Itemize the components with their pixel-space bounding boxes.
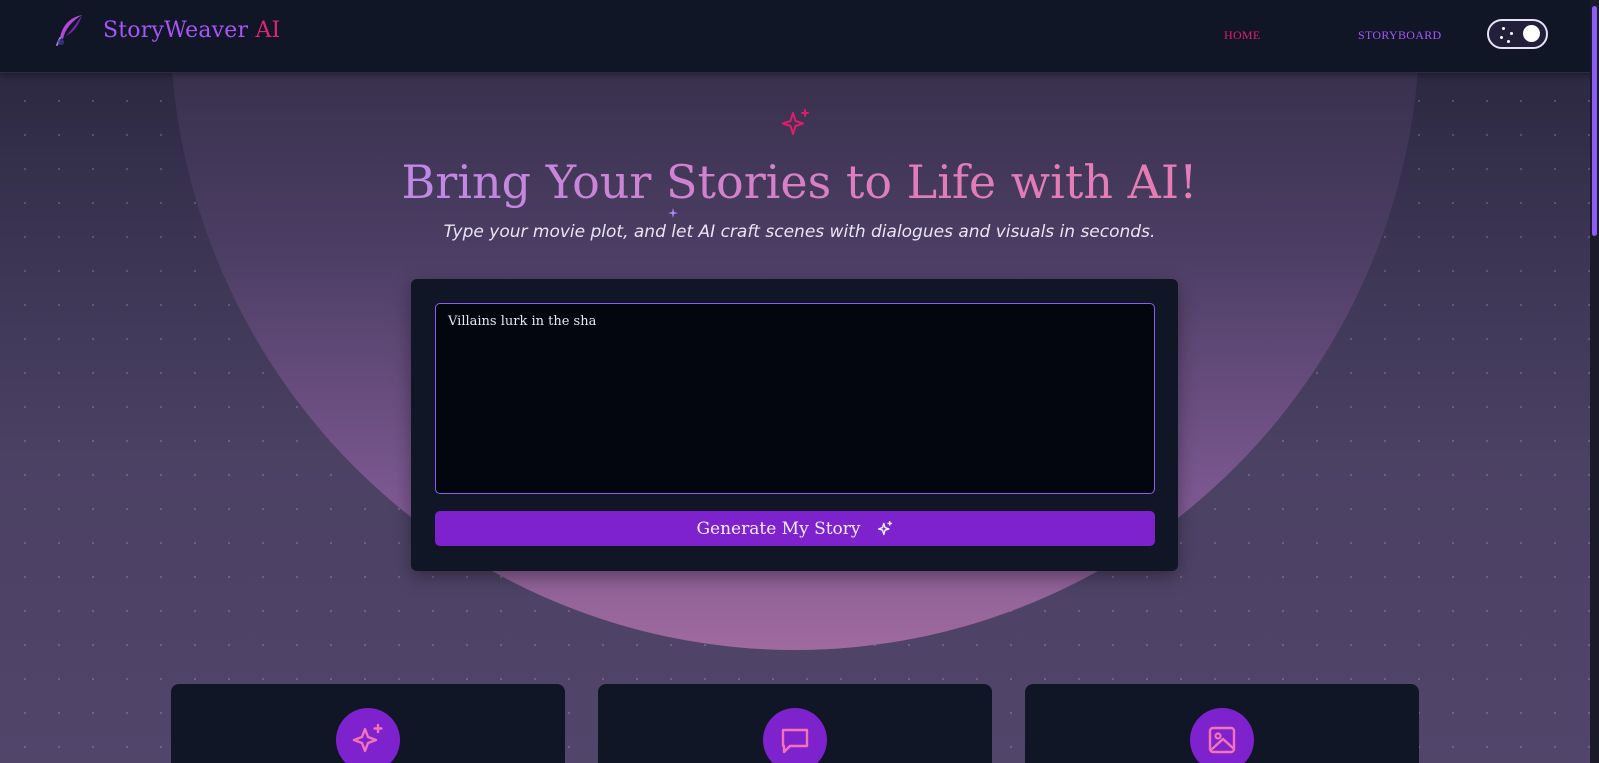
- toggle-knob: [1523, 25, 1540, 42]
- page: StoryWeaver AI HOME STORYBOARD Bring You…: [0, 0, 1599, 763]
- toggle-star-icon: [1507, 40, 1510, 43]
- nav-link-storyboard[interactable]: STORYBOARD: [1358, 28, 1441, 43]
- tiny-sparkle-icon: [668, 208, 678, 218]
- hero-subtitle: Type your movie plot, and let AI craft s…: [443, 222, 1156, 242]
- toggle-star-icon: [1500, 36, 1503, 39]
- feature-card-dialogue: [598, 684, 992, 763]
- feature-icon-circle: [763, 708, 827, 763]
- sparkles-icon: [352, 723, 383, 753]
- sparkles-icon: [782, 109, 809, 135]
- sparkles-icon: [877, 521, 892, 536]
- message-square-icon: [781, 728, 809, 754]
- feature-card-visuals: [1025, 684, 1419, 763]
- feature-card-sparkles: [171, 684, 565, 763]
- plot-input[interactable]: Villains lurk in the sha: [435, 303, 1155, 494]
- navbar: StoryWeaver AI HOME STORYBOARD: [0, 0, 1599, 73]
- toggle-star-icon: [1502, 27, 1505, 30]
- feature-icon-circle: [336, 708, 400, 763]
- toggle-star-icon: [1510, 32, 1513, 35]
- brand-name[interactable]: StoryWeaver AI: [103, 18, 280, 43]
- story-prompt-card: Villains lurk in the sha Generate My Sto…: [411, 279, 1178, 571]
- image-icon: [1208, 726, 1236, 754]
- feature-icon-circle: [1190, 708, 1254, 763]
- scrollbar-thumb[interactable]: [1592, 6, 1597, 236]
- generate-story-button[interactable]: Generate My Story: [435, 511, 1155, 546]
- nav-link-home[interactable]: HOME: [1224, 28, 1261, 43]
- generate-button-label: Generate My Story: [696, 518, 861, 539]
- quill-logo-icon[interactable]: [52, 12, 88, 48]
- brand-accent-text: AI: [255, 18, 281, 43]
- brand-main-text: StoryWeaver: [103, 18, 249, 43]
- hero-title: Bring Your Stories to Life with AI!: [0, 155, 1599, 209]
- theme-toggle[interactable]: [1487, 19, 1548, 49]
